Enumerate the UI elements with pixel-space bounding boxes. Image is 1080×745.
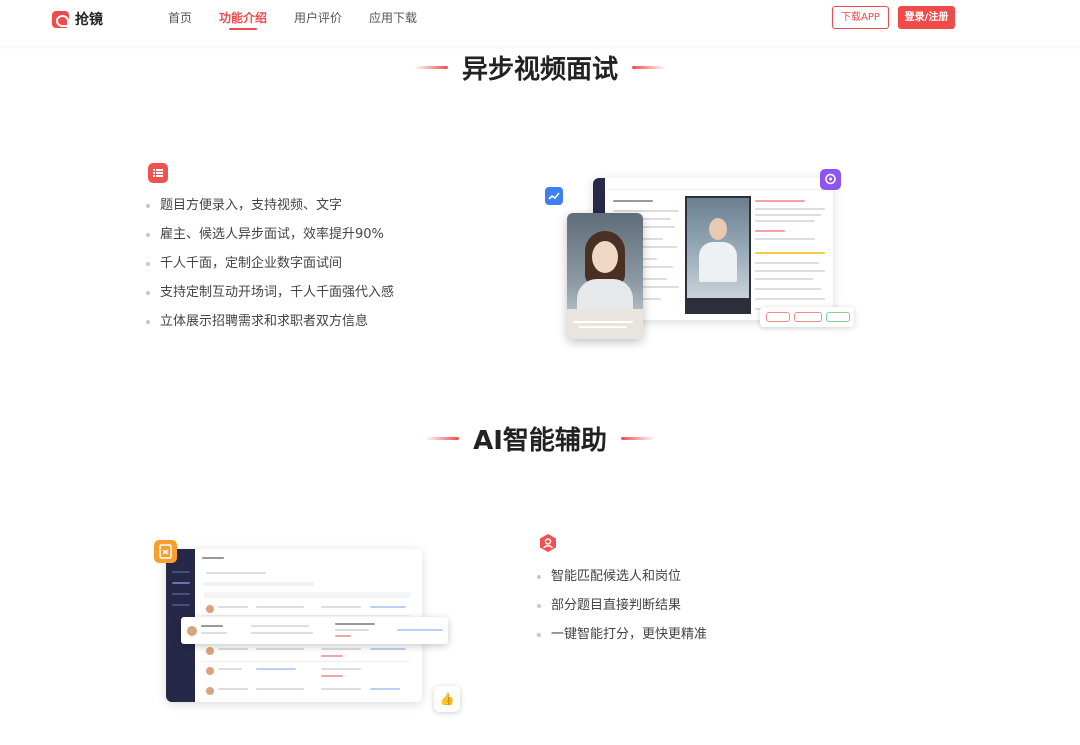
section1-title: 异步视频面试 bbox=[461, 55, 618, 85]
candidate-video bbox=[687, 198, 749, 298]
list-item: 雇主、候选人异步面试，效率提升90% bbox=[146, 220, 394, 249]
list-item: 智能匹配候选人和岗位 bbox=[537, 562, 707, 591]
avatar bbox=[187, 626, 197, 636]
app-topbar bbox=[607, 182, 827, 190]
nav-item-download[interactable]: 应用下载 bbox=[369, 10, 417, 30]
nav-item-features[interactable]: 功能介绍 bbox=[219, 10, 267, 30]
pill-reject[interactable] bbox=[794, 312, 822, 322]
nav-item-home[interactable]: 首页 bbox=[168, 10, 192, 30]
highlighted-candidate-card bbox=[181, 617, 448, 644]
thumbs-up-icon: 👍 bbox=[434, 686, 460, 712]
title-decoration-left bbox=[413, 66, 448, 69]
list-item: 题目方便录入，支持视频、文字 bbox=[146, 191, 394, 220]
nav-item-reviews[interactable]: 用户评价 bbox=[294, 10, 342, 30]
top-header: 抢镜 首页 功能介绍 用户评价 应用下载 下载APP 登录/注册 bbox=[0, 0, 1080, 46]
avatar bbox=[206, 605, 214, 613]
logo-text: 抢镜 bbox=[75, 12, 103, 28]
ai-analysis-panel bbox=[753, 196, 829, 314]
avatar bbox=[206, 667, 214, 675]
login-register-button[interactable]: 登录/注册 bbox=[898, 6, 955, 29]
title-decoration-right bbox=[632, 66, 666, 69]
list-item: 支持定制互动开场词，千人千面强代入感 bbox=[146, 278, 394, 307]
list-item: 千人千面，定制企业数字面试间 bbox=[146, 249, 394, 278]
evaluation-buttons bbox=[760, 307, 854, 327]
document-icon bbox=[154, 540, 177, 563]
main-nav: 首页 功能介绍 用户评价 应用下载 bbox=[168, 10, 444, 30]
title-decoration-right bbox=[620, 437, 655, 440]
section2-title: AI智能辅助 bbox=[473, 426, 607, 456]
list-item: 一键智能打分，更快更精准 bbox=[537, 620, 707, 649]
avatar bbox=[206, 647, 214, 655]
list-icon bbox=[148, 163, 168, 183]
ai-robot-icon bbox=[820, 169, 841, 190]
list-item: 部分题目直接判断结果 bbox=[537, 591, 707, 620]
pill-pending[interactable] bbox=[766, 312, 790, 322]
digital-interviewer-avatar bbox=[567, 213, 643, 339]
section-title-ai-assist: AI智能辅助 bbox=[0, 417, 1080, 457]
brand-logo[interactable]: 抢镜 bbox=[52, 9, 103, 29]
logo-icon bbox=[52, 10, 69, 28]
list-item: 立体展示招聘需求和求职者双方信息 bbox=[146, 307, 394, 336]
chart-icon bbox=[545, 187, 563, 205]
avatar bbox=[206, 687, 214, 695]
title-decoration-left bbox=[425, 437, 460, 440]
section2-feature-list: 智能匹配候选人和岗位 部分题目直接判断结果 一键智能打分，更快更精准 bbox=[537, 562, 707, 649]
download-app-button[interactable]: 下载APP bbox=[832, 6, 889, 29]
pill-pass[interactable] bbox=[826, 312, 850, 322]
user-shield-icon bbox=[538, 533, 558, 553]
section1-feature-list: 题目方便录入，支持视频、文字 雇主、候选人异步面试，效率提升90% 千人千面，定… bbox=[146, 191, 394, 336]
section-title-async-interview: 异步视频面试 bbox=[0, 46, 1080, 86]
